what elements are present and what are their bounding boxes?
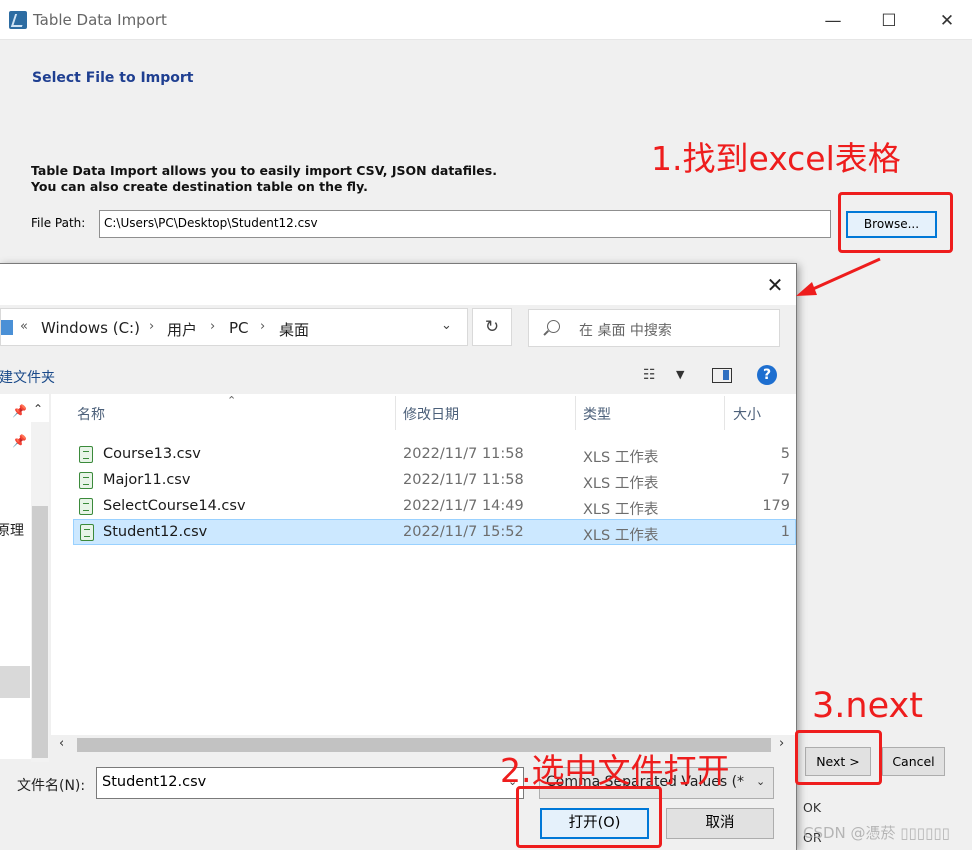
search-box[interactable]: 在 桌面 中搜索 xyxy=(528,309,780,347)
column-separator[interactable] xyxy=(575,396,576,430)
file-name: Major11.csv xyxy=(103,472,191,488)
file-size: 5 xyxy=(780,446,790,462)
preview-pane-icon[interactable] xyxy=(712,368,732,383)
folder-icon xyxy=(1,320,13,335)
status-text: OK xyxy=(803,800,822,815)
address-overflow[interactable]: « xyxy=(20,319,28,334)
file-type: XLS 工作表 xyxy=(583,450,659,466)
scroll-right-icon[interactable]: › xyxy=(779,736,784,751)
file-date: 2022/11/7 15:52 xyxy=(403,524,524,540)
breadcrumb-item[interactable]: 用户 xyxy=(167,319,197,340)
column-separator[interactable] xyxy=(395,396,396,430)
description-line: Table Data Import allows you to easily i… xyxy=(31,163,497,178)
search-icon xyxy=(547,320,560,333)
breadcrumb-item[interactable]: 桌面 xyxy=(279,319,309,340)
breadcrumb-item[interactable]: Windows (C:) xyxy=(41,319,140,337)
minimize-icon[interactable]: — xyxy=(818,8,848,34)
column-header-name[interactable]: 名称 xyxy=(77,404,105,424)
pin-icon[interactable]: 📌 xyxy=(12,404,27,418)
watermark: CSDN @憑菸 ▯▯▯▯▯▯ xyxy=(803,824,950,842)
file-date: 2022/11/7 14:49 xyxy=(403,498,524,514)
app-icon xyxy=(9,11,27,29)
wizard-heading: Select File to Import xyxy=(32,70,194,86)
view-dropdown-icon[interactable]: ▼ xyxy=(676,368,684,381)
window-title: Table Data Import xyxy=(33,11,167,29)
address-dropdown-icon[interactable]: ⌄ xyxy=(441,318,452,333)
annotation-browse-box xyxy=(838,192,953,253)
breadcrumb-item[interactable]: PC xyxy=(229,319,249,337)
file-date: 2022/11/7 11:58 xyxy=(403,472,524,488)
annotation-open-box xyxy=(516,786,662,848)
annotation-next-box xyxy=(795,730,882,785)
address-bar[interactable]: « Windows (C:) › 用户 › PC › 桌面 ⌄ xyxy=(0,308,468,346)
navigation-pane: 📌 📌 ⌃ 原理 ⌄ xyxy=(0,394,49,762)
csv-file-icon xyxy=(79,446,93,463)
view-options-icon[interactable]: ☷ xyxy=(643,367,656,383)
csv-file-icon xyxy=(80,524,94,541)
file-size: 7 xyxy=(780,472,790,488)
filename-input[interactable]: Student12.csv xyxy=(96,767,524,799)
file-type: XLS 工作表 xyxy=(583,502,659,518)
new-folder-button[interactable]: 新建文件夹 xyxy=(0,367,55,387)
dialog-titlebar: ✕ xyxy=(0,264,796,305)
dialog-close-icon[interactable]: ✕ xyxy=(761,271,789,299)
column-header-date[interactable]: 修改日期 xyxy=(403,404,459,424)
file-type-dropdown-icon[interactable]: ⌄ xyxy=(756,775,765,788)
file-size: 1 xyxy=(780,524,790,540)
breadcrumb-separator[interactable]: › xyxy=(210,319,215,334)
file-date: 2022/11/7 11:58 xyxy=(403,446,524,462)
nav-scroll-up-icon[interactable]: ⌃ xyxy=(33,402,43,416)
refresh-button[interactable]: ↻ xyxy=(472,308,512,346)
file-name: SelectCourse14.csv xyxy=(103,498,246,514)
wizard-description: Table Data Import allows you to easily i… xyxy=(31,163,497,195)
file-row[interactable]: Course13.csv 2022/11/7 11:58 XLS 工作表 5 xyxy=(73,442,796,468)
help-icon[interactable]: ? xyxy=(757,365,777,385)
annotation-step2-label: 2.选中文件打开 xyxy=(500,751,730,790)
file-path-input[interactable]: C:\Users\PC\Desktop\Student12.csv xyxy=(99,210,831,238)
nav-scrollbar-thumb[interactable] xyxy=(32,506,48,758)
file-row-selected[interactable]: Student12.csv 2022/11/7 15:52 XLS 工作表 1 xyxy=(73,519,796,545)
description-line: You can also create destination table on… xyxy=(31,179,368,194)
close-icon[interactable]: ✕ xyxy=(932,8,962,34)
column-header-size[interactable]: 大小 xyxy=(733,404,761,424)
breadcrumb-separator[interactable]: › xyxy=(260,319,265,334)
sort-ascending-icon: ⌃ xyxy=(227,394,237,407)
nav-item-label[interactable]: 原理 xyxy=(0,520,24,540)
file-name: Course13.csv xyxy=(103,446,201,462)
file-row[interactable]: SelectCourse14.csv 2022/11/7 14:49 XLS 工… xyxy=(73,494,796,520)
annotation-step3-label: 3.next xyxy=(812,686,923,726)
annotation-step1-label: 1.找到excel表格 xyxy=(651,139,901,178)
column-separator[interactable] xyxy=(724,396,725,430)
wizard-titlebar: Table Data Import — ☐ ✕ xyxy=(0,0,972,40)
file-type: XLS 工作表 xyxy=(583,476,659,492)
file-row[interactable]: Major11.csv 2022/11/7 11:58 XLS 工作表 7 xyxy=(73,468,796,494)
filename-label: 文件名(N): xyxy=(17,778,86,794)
file-size: 179 xyxy=(762,498,790,514)
file-path-label: File Path: xyxy=(31,216,86,230)
wizard-cancel-button[interactable]: Cancel xyxy=(882,747,945,776)
file-type: XLS 工作表 xyxy=(583,528,659,544)
scroll-left-icon[interactable]: ‹ xyxy=(59,736,64,751)
annotation-arrow xyxy=(796,257,881,296)
dialog-cancel-button[interactable]: 取消 xyxy=(666,808,774,839)
csv-file-icon xyxy=(79,472,93,489)
search-input[interactable]: 在 桌面 中搜索 xyxy=(579,320,672,340)
pin-icon[interactable]: 📌 xyxy=(12,434,27,448)
breadcrumb-separator[interactable]: › xyxy=(149,319,154,334)
column-header-type[interactable]: 类型 xyxy=(583,404,611,424)
file-list: ⌃ 名称 修改日期 类型 大小 Course13.csv 2022/11/7 1… xyxy=(51,394,796,739)
csv-file-icon xyxy=(79,498,93,515)
file-name: Student12.csv xyxy=(103,524,208,540)
nav-selected-item[interactable] xyxy=(0,666,30,698)
maximize-icon[interactable]: ☐ xyxy=(874,8,904,34)
